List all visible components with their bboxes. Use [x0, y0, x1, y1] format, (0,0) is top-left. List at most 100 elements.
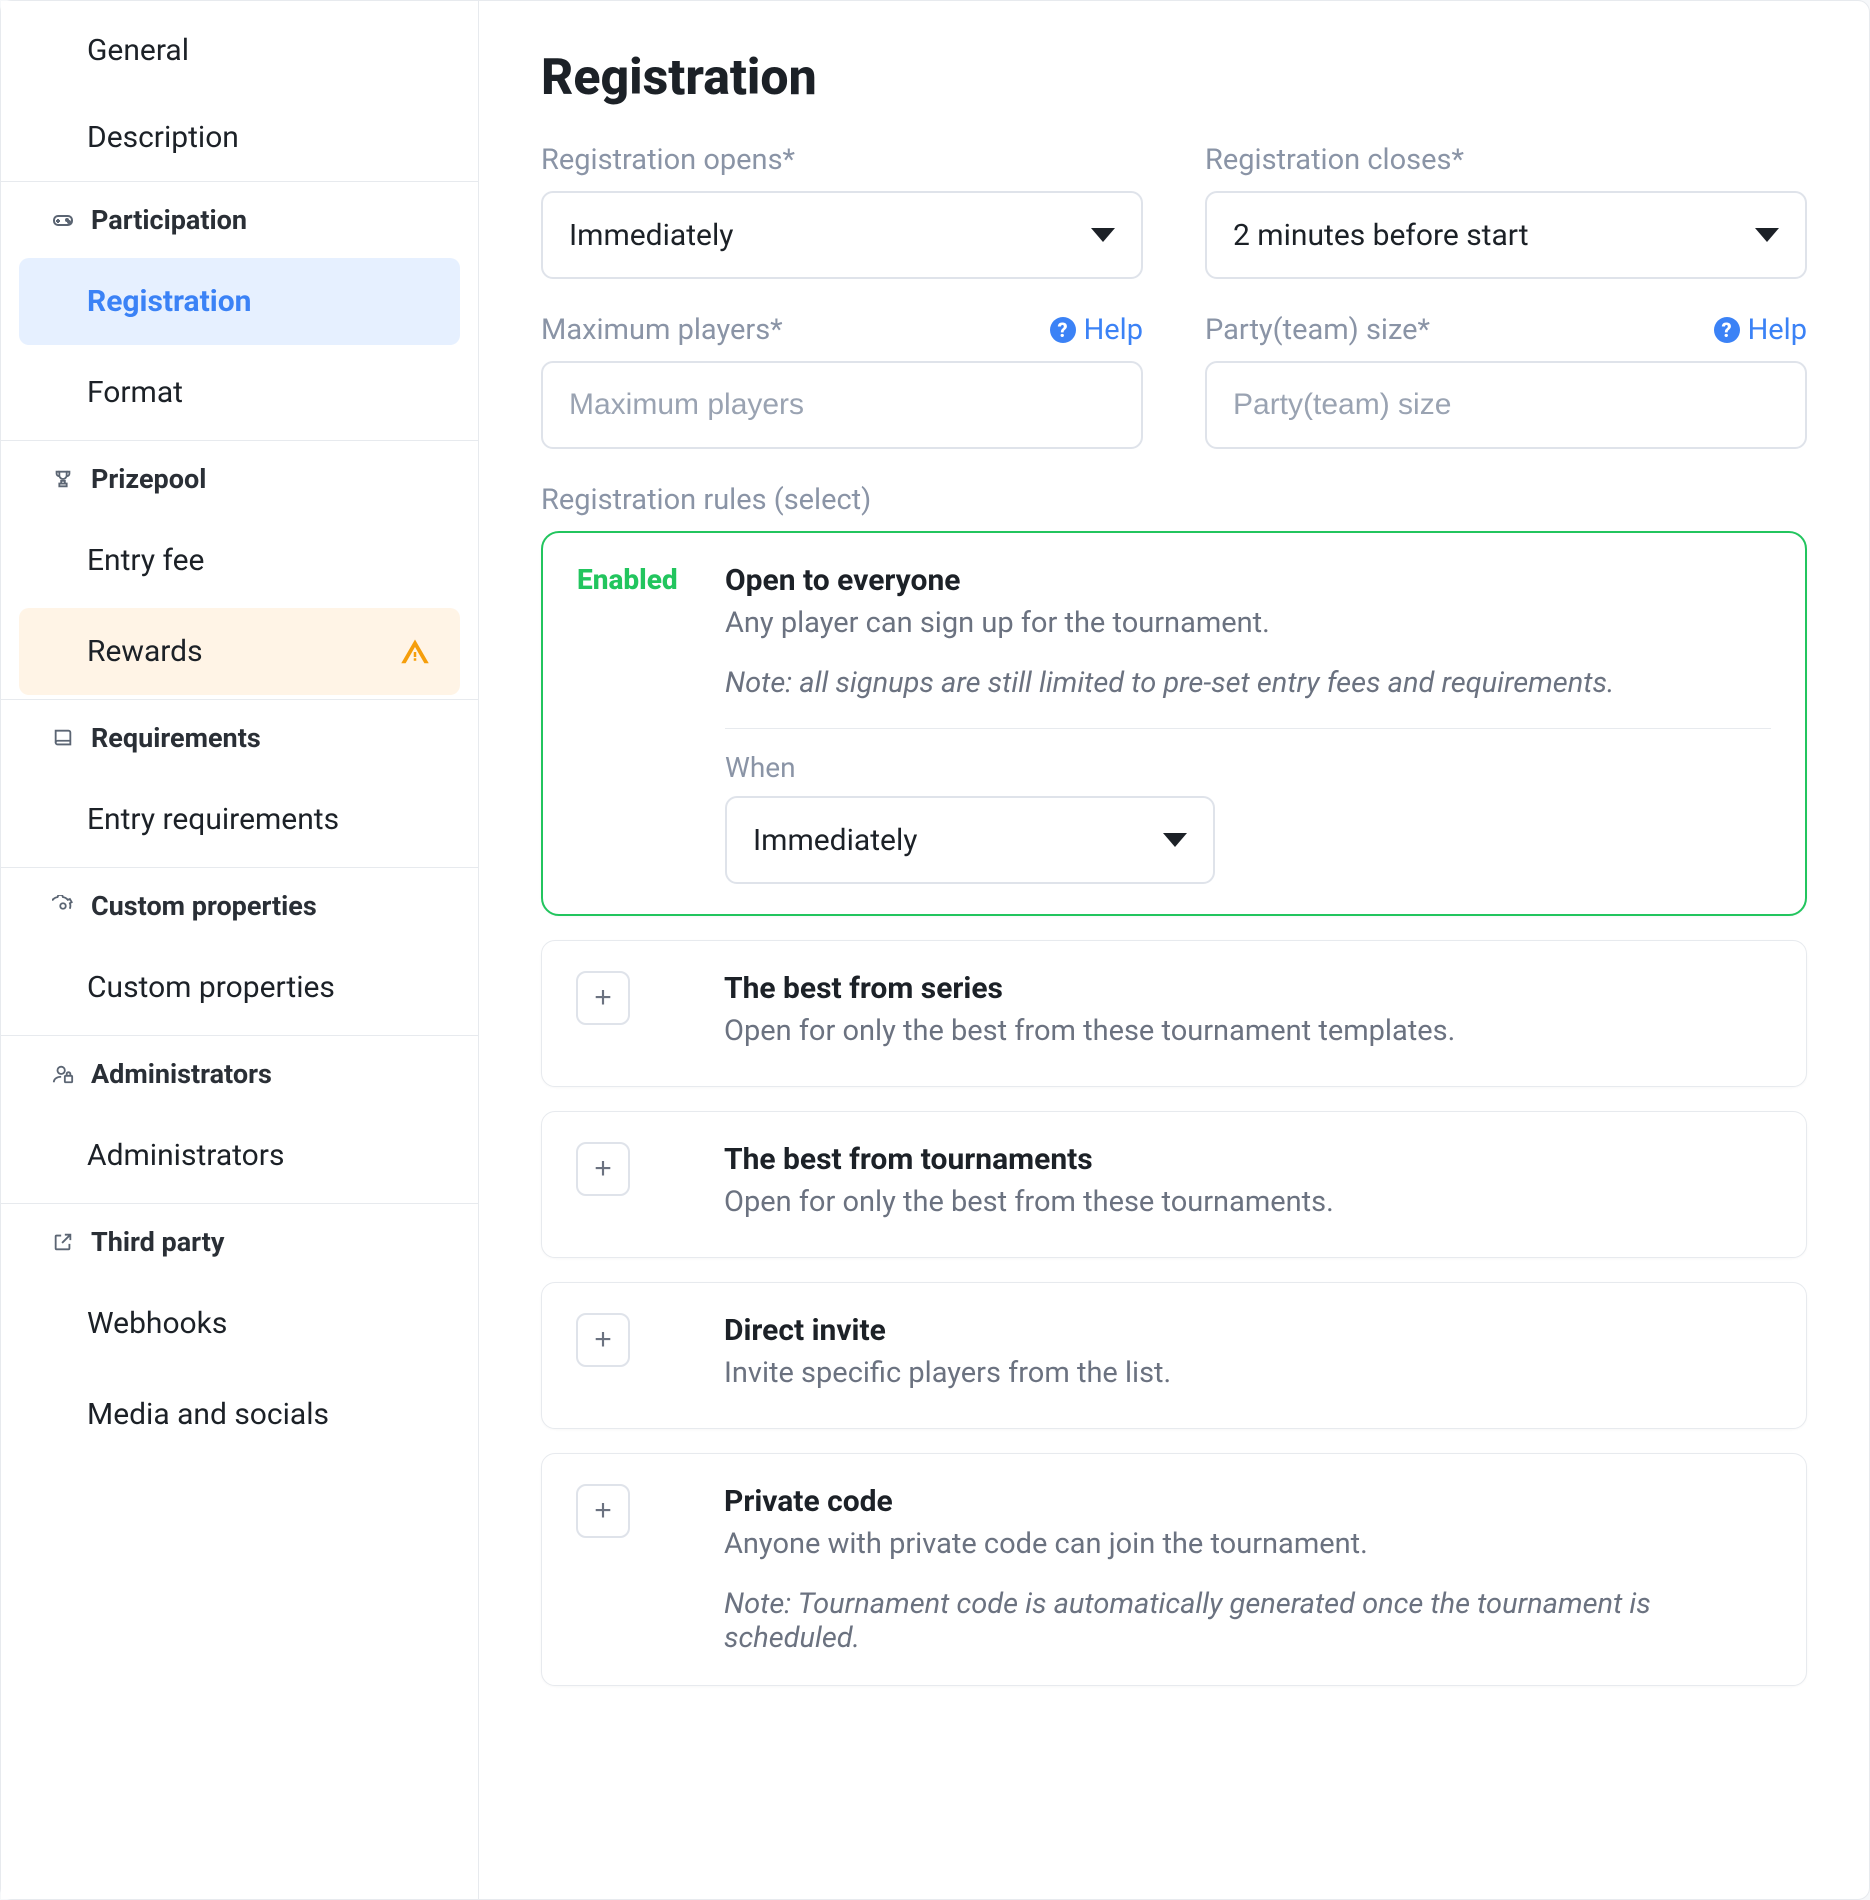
rule-status-side: Enabled	[577, 563, 695, 884]
sidebar-item-description[interactable]: Description	[19, 94, 460, 181]
party-size-input[interactable]	[1233, 388, 1779, 422]
help-link-party-size[interactable]: ? Help	[1714, 313, 1807, 347]
rule-desc: Anyone with private code can join the to…	[724, 1527, 1772, 1561]
rule-title: Direct invite	[724, 1313, 1772, 1348]
when-label: When	[725, 751, 1771, 784]
sidebar-item-rewards[interactable]: Rewards	[19, 608, 460, 695]
sidebar-group-label: Third party	[91, 1226, 224, 1258]
label-text: Maximum players*	[541, 313, 783, 347]
controller-icon	[49, 206, 77, 234]
chevron-down-icon	[1163, 833, 1187, 847]
sidebar-group-administrators: Administrators	[1, 1035, 478, 1108]
field-label: Maximum players* ? Help	[541, 313, 1143, 347]
rule-body: Private code Anyone with private code ca…	[724, 1484, 1772, 1655]
rule-body: The best from tournaments Open for only …	[724, 1142, 1772, 1227]
rule-card-private-code[interactable]: + Private code Anyone with private code …	[541, 1453, 1807, 1686]
sidebar-top-group: General Description	[1, 7, 478, 181]
sidebar-item-label: Rewards	[87, 634, 203, 669]
sidebar-item-label: Format	[87, 375, 183, 410]
rule-body: Direct invite Invite specific players fr…	[724, 1313, 1772, 1398]
warning-icon	[400, 637, 430, 667]
sidebar-group-requirements: Requirements	[1, 699, 478, 772]
sidebar-item-media-socials[interactable]: Media and socials	[19, 1371, 460, 1458]
registration-closes-select[interactable]: 2 minutes before start	[1205, 191, 1807, 279]
page-title: Registration	[541, 49, 1807, 107]
field-registration-closes: Registration closes* 2 minutes before st…	[1205, 143, 1807, 279]
sidebar-item-entry-requirements[interactable]: Entry requirements	[19, 776, 460, 863]
help-text: Help	[1084, 313, 1143, 347]
sidebar-item-label: Webhooks	[87, 1306, 227, 1341]
rule-desc: Invite specific players from the list.	[724, 1356, 1772, 1390]
rule-body: Open to everyone Any player can sign up …	[725, 563, 1771, 884]
add-rule-button[interactable]: +	[576, 971, 630, 1025]
label-text: Registration opens*	[541, 143, 795, 177]
rule-action-side: +	[576, 1313, 694, 1398]
sidebar-group-label: Prizepool	[91, 463, 206, 495]
sidebar-item-label: Entry fee	[87, 543, 204, 578]
sidebar-group-participation: Participation	[1, 181, 478, 254]
sidebar-item-label: Administrators	[87, 1138, 284, 1173]
chevron-down-icon	[1755, 228, 1779, 242]
sidebar-item-general[interactable]: General	[19, 7, 460, 94]
enabled-status: Enabled	[577, 563, 678, 596]
registration-opens-select[interactable]: Immediately	[541, 191, 1143, 279]
sidebar-item-format[interactable]: Format	[19, 349, 460, 436]
external-link-icon	[49, 1228, 77, 1256]
question-icon: ?	[1050, 317, 1076, 343]
rule-note: Note: all signups are still limited to p…	[725, 666, 1771, 700]
question-icon: ?	[1714, 317, 1740, 343]
rule-title: Private code	[724, 1484, 1772, 1519]
max-players-input[interactable]	[569, 388, 1115, 422]
rule-title: The best from series	[724, 971, 1772, 1006]
rule-desc: Open for only the best from these tourna…	[724, 1185, 1772, 1219]
rule-card-direct-invite[interactable]: + Direct invite Invite specific players …	[541, 1282, 1807, 1429]
sidebar-item-entry-fee[interactable]: Entry fee	[19, 517, 460, 604]
rule-open-when-select[interactable]: Immediately	[725, 796, 1215, 884]
select-value: 2 minutes before start	[1233, 218, 1529, 253]
add-rule-button[interactable]: +	[576, 1142, 630, 1196]
sidebar-item-label: Entry requirements	[87, 802, 339, 837]
add-rule-button[interactable]: +	[576, 1313, 630, 1367]
gear-icon	[49, 892, 77, 920]
rule-action-side: +	[576, 1484, 694, 1655]
sidebar-group-third-party: Third party	[1, 1203, 478, 1276]
label-text: Party(team) size*	[1205, 313, 1430, 347]
label-text: Registration closes*	[1205, 143, 1464, 177]
field-label: Registration closes*	[1205, 143, 1807, 177]
field-label: Party(team) size* ? Help	[1205, 313, 1807, 347]
field-max-players: Maximum players* ? Help	[541, 313, 1143, 449]
sidebar-item-label: Registration	[87, 284, 251, 319]
rule-desc: Open for only the best from these tourna…	[724, 1014, 1772, 1048]
sidebar-group-label: Participation	[91, 204, 247, 236]
sidebar-item-webhooks[interactable]: Webhooks	[19, 1280, 460, 1367]
rule-card-open-to-everyone[interactable]: Enabled Open to everyone Any player can …	[541, 531, 1807, 916]
sidebar-item-label: Description	[87, 120, 239, 155]
rules-section-label: Registration rules (select)	[541, 483, 1807, 517]
row-registration-time: Registration opens* Immediately Registra…	[541, 143, 1807, 279]
field-registration-opens: Registration opens* Immediately	[541, 143, 1143, 279]
rule-title: The best from tournaments	[724, 1142, 1772, 1177]
max-players-input-wrapper	[541, 361, 1143, 449]
sidebar-item-registration[interactable]: Registration	[19, 258, 460, 345]
rule-card-best-series[interactable]: + The best from series Open for only the…	[541, 940, 1807, 1087]
trophy-icon	[49, 465, 77, 493]
sidebar-item-custom-properties[interactable]: Custom properties	[19, 944, 460, 1031]
select-value: Immediately	[753, 823, 917, 858]
main-content: Registration Registration opens* Immedia…	[479, 1, 1869, 1899]
app-shell: General Description Participation Regist…	[0, 0, 1870, 1900]
add-rule-button[interactable]: +	[576, 1484, 630, 1538]
rule-card-best-tournaments[interactable]: + The best from tournaments Open for onl…	[541, 1111, 1807, 1258]
row-limits: Maximum players* ? Help Party(team) size…	[541, 313, 1807, 449]
field-party-size: Party(team) size* ? Help	[1205, 313, 1807, 449]
sidebar-group-label: Custom properties	[91, 890, 317, 922]
field-label: Registration opens*	[541, 143, 1143, 177]
rule-title: Open to everyone	[725, 563, 1771, 598]
sidebar-group-label: Requirements	[91, 722, 261, 754]
rule-action-side: +	[576, 1142, 694, 1227]
rule-action-side: +	[576, 971, 694, 1056]
sidebar-item-administrators[interactable]: Administrators	[19, 1112, 460, 1199]
party-size-input-wrapper	[1205, 361, 1807, 449]
help-link-max-players[interactable]: ? Help	[1050, 313, 1143, 347]
book-icon	[49, 724, 77, 752]
sidebar-group-prizepool: Prizepool	[1, 440, 478, 513]
